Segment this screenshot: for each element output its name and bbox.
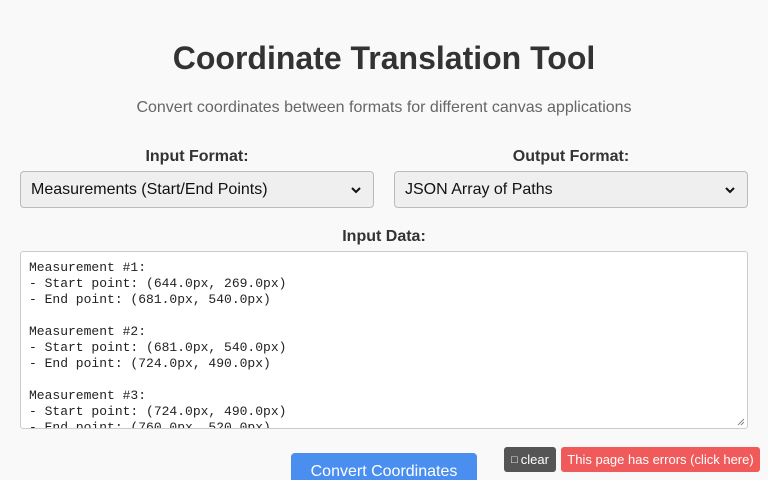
box-glyph-icon: □ [511,453,518,466]
convert-button[interactable]: Convert Coordinates [291,453,477,480]
output-format-select[interactable]: JSON Array of Paths [394,171,748,208]
clear-label: clear [520,452,549,467]
page: Coordinate Translation Tool Convert coor… [0,0,768,480]
input-data-text: Measurement #1: - Start point: (644.0px,… [29,260,287,429]
page-errors-button[interactable]: This page has errors (click here) [561,447,760,472]
output-format-label: Output Format: [512,148,630,165]
resize-grip-icon[interactable] [737,418,745,426]
page-title: Coordinate Translation Tool [172,40,596,76]
input-format-value: Measurements (Start/End Points) [31,180,268,198]
chevron-down-icon [351,186,361,193]
chevron-down-icon [725,186,735,193]
output-format-value: JSON Array of Paths [405,180,553,198]
input-data-label: Input Data: [342,228,426,245]
clear-button[interactable]: □ clear [504,447,556,472]
input-format-select[interactable]: Measurements (Start/End Points) [20,171,374,208]
input-format-label: Input Format: [145,148,249,165]
input-data-textarea[interactable]: Measurement #1: - Start point: (644.0px,… [20,251,748,429]
page-subtitle: Convert coordinates between formats for … [136,99,632,116]
